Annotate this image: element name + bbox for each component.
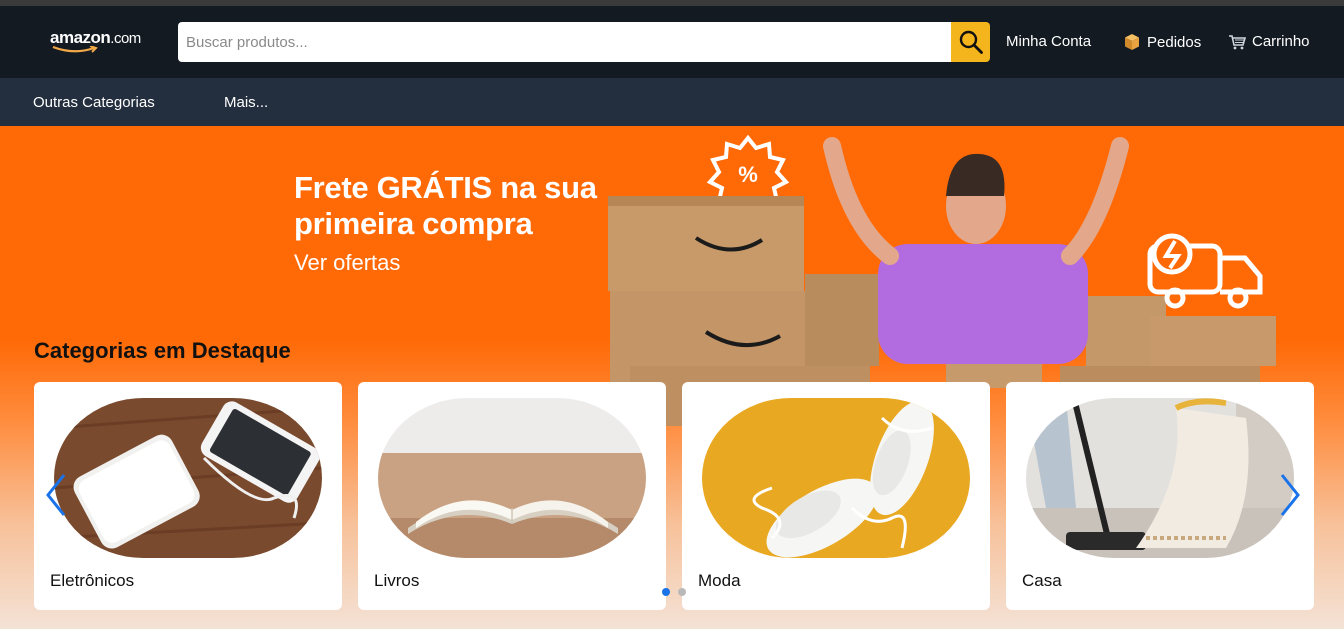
featured-categories-title: Categorias em Destaque [34, 338, 291, 363]
hero-title-line1: Frete GRÁTIS na sua [294, 170, 597, 205]
category-label: Moda [698, 571, 741, 590]
chevron-left-icon [46, 474, 66, 516]
category-image-electronics [54, 398, 322, 558]
svg-text:%: % [738, 162, 758, 187]
carousel-dot-1[interactable] [662, 588, 670, 596]
orders-link[interactable]: Pedidos [1123, 33, 1201, 51]
category-card-home[interactable]: Casa [1006, 382, 1314, 610]
category-card-books[interactable]: Livros [358, 382, 666, 610]
top-header: amazon.com Minha Conta Pedidos [0, 6, 1344, 78]
search-input[interactable] [178, 22, 951, 62]
logo-text: amazon [50, 28, 111, 47]
hero-title: Frete GRÁTIS na sua primeira compra [294, 170, 597, 242]
carousel-prev-button[interactable] [42, 470, 70, 520]
cart-label: Carrinho [1252, 33, 1310, 50]
my-account-label: Minha Conta [1006, 33, 1092, 50]
hero-title-line2: primeira compra [294, 206, 533, 241]
category-label: Livros [374, 571, 420, 590]
category-image-home [1026, 398, 1294, 558]
nav-more[interactable]: Mais... [224, 94, 268, 111]
chevron-right-icon [1280, 474, 1300, 516]
package-icon [1125, 34, 1139, 50]
sneakers-image [702, 398, 970, 558]
open-book-image [378, 398, 646, 558]
hero-boxes-illustration: % [608, 134, 1276, 426]
carousel-next-button[interactable] [1276, 470, 1304, 520]
vacuum-rug-image [1026, 398, 1294, 558]
category-image-books [378, 398, 646, 558]
cart-icon [1229, 34, 1246, 49]
cart-link[interactable]: Carrinho [1228, 33, 1310, 50]
search-button[interactable] [951, 22, 990, 62]
delivery-truck-icon [1147, 233, 1263, 309]
category-nav: Outras Categorias Mais... [0, 78, 1344, 126]
logo-smile-icon [52, 46, 98, 53]
my-account-link[interactable]: Minha Conta [1006, 33, 1091, 50]
category-card-fashion[interactable]: Moda [682, 382, 990, 610]
hero-banner[interactable]: Frete GRÁTIS na sua primeira compra Ver … [0, 126, 1344, 629]
category-label: Casa [1022, 571, 1062, 590]
search-bar [178, 22, 990, 62]
category-image-fashion [702, 398, 970, 558]
carousel-dot-2[interactable] [678, 588, 686, 596]
category-card-electronics[interactable]: Eletrônicos [34, 382, 342, 610]
logo-suffix: .com [110, 30, 141, 47]
category-label: Eletrônicos [50, 571, 135, 590]
orders-label: Pedidos [1147, 33, 1202, 51]
search-icon [959, 30, 983, 54]
nav-other-categories[interactable]: Outras Categorias [33, 94, 155, 111]
amazon-logo[interactable]: amazon.com [50, 28, 141, 48]
see-offers-link[interactable]: Ver ofertas [294, 250, 400, 276]
powerbank-phone-image [54, 398, 322, 558]
